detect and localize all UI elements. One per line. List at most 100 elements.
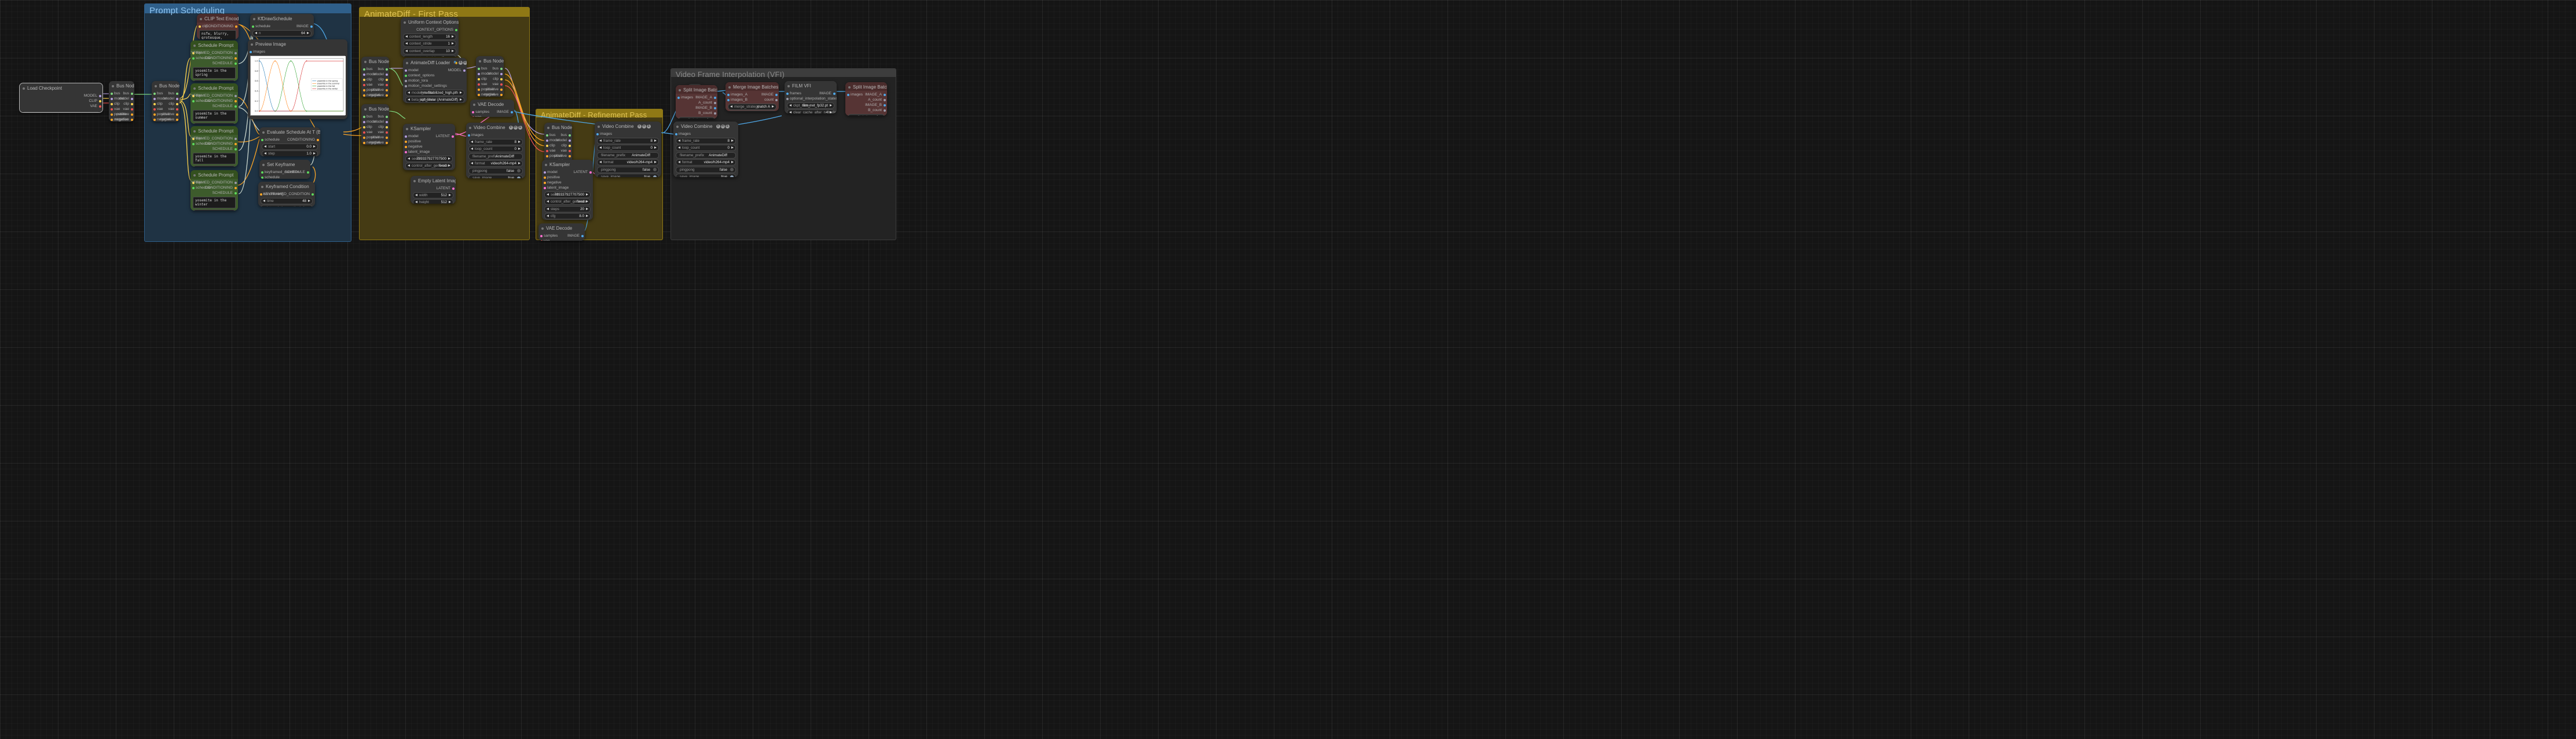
io-row[interactable]: negativenegative — [109, 117, 134, 122]
collapse-icon[interactable] — [848, 86, 851, 89]
increment-arrow-icon[interactable] — [830, 104, 832, 106]
bus-input-slot[interactable] — [477, 67, 480, 70]
collapse-icon[interactable] — [193, 174, 196, 177]
latent-output-slot[interactable] — [452, 187, 455, 190]
decrement-arrow-icon[interactable] — [408, 157, 410, 160]
node-titlebar[interactable]: Split Image Batch V H S — [845, 82, 887, 91]
widget-clear-cache-after-n-frames[interactable]: clear_cache_after_n_frames 4 — [787, 109, 837, 113]
widget-time[interactable]: time 24 — [193, 166, 236, 167]
decrement-arrow-icon[interactable] — [730, 105, 732, 108]
node-titlebar[interactable]: Keyframed Condition — [258, 182, 315, 190]
node-titlebar[interactable]: Set Keyframe — [259, 160, 310, 168]
decrement-arrow-icon[interactable] — [789, 104, 792, 106]
bus-output-slot[interactable] — [385, 115, 388, 118]
vae-input-slot[interactable] — [110, 108, 113, 111]
io-row[interactable]: images_A IMAGE — [725, 92, 779, 97]
positive-output-slot[interactable] — [500, 88, 503, 91]
collapse-icon[interactable] — [261, 185, 263, 188]
node-clip-text-encode[interactable]: CLIP Text Encode (Prompt) clip CONDITION… — [197, 14, 239, 39]
io-row[interactable]: bus bus — [152, 91, 179, 96]
io-row[interactable]: LATENT — [411, 186, 456, 191]
prompt-textarea[interactable]: yosemite in the fall — [193, 153, 236, 164]
node-split-image-batch-1[interactable]: Split Image Batch V H S images IMAGE_A A… — [676, 85, 717, 119]
increment-arrow-icon[interactable] — [452, 42, 454, 45]
model-input-slot[interactable] — [362, 120, 365, 123]
io-row[interactable]: schedule — [259, 175, 310, 179]
vae-output-slot[interactable] — [175, 108, 178, 111]
node-titlebar[interactable]: Bus Node — [544, 123, 572, 131]
increment-arrow-icon[interactable] — [586, 207, 588, 210]
negative-input-slot[interactable] — [404, 145, 407, 148]
image-output-slot[interactable] — [510, 111, 513, 113]
io-row[interactable]: bus bus — [476, 66, 504, 71]
schedule-input-slot[interactable] — [261, 138, 263, 141]
bus-output-slot[interactable] — [175, 92, 178, 95]
increment-arrow-icon[interactable] — [731, 161, 734, 163]
widget-step[interactable]: step 1.0 — [262, 150, 318, 156]
node-titlebar[interactable]: Bus Node — [109, 81, 134, 90]
collapse-icon[interactable] — [479, 60, 481, 62]
decrement-arrow-icon[interactable] — [678, 139, 680, 142]
collapse-icon[interactable] — [547, 126, 549, 129]
decrement-arrow-icon[interactable] — [547, 193, 549, 196]
vae-output-slot[interactable] — [98, 105, 101, 108]
node-titlebar[interactable]: CLIP Text Encode (Prompt) — [197, 14, 239, 23]
image-a-output-slot[interactable] — [883, 93, 886, 96]
widget-save-image[interactable]: save_image true — [468, 175, 523, 178]
model-input-slot[interactable] — [543, 171, 546, 174]
node-bus-node-5[interactable]: Bus Node bus bus model model clip clip vae vae p… — [476, 56, 504, 97]
widget-format[interactable]: format video/h264-mp4 — [468, 160, 523, 167]
io-row[interactable]: negativenegative — [152, 117, 179, 122]
widget-steps[interactable]: steps20 — [405, 170, 453, 171]
io-row[interactable]: model model — [152, 96, 179, 101]
images-input-slot[interactable] — [467, 134, 470, 137]
widget-frame-rate[interactable]: frame_rate 8 — [468, 138, 523, 145]
increment-arrow-icon[interactable] — [518, 162, 521, 164]
widget-filename-prefix[interactable]: filename_prefix AnimateDiff — [468, 153, 523, 160]
schedule-input-slot[interactable] — [192, 57, 195, 60]
node-titlebar[interactable]: Bus Node — [361, 57, 389, 65]
widget-n[interactable]: n 64 — [252, 30, 312, 36]
node-split-image-batch-2[interactable]: Split Image Batch V H S images IMAGE_A A… — [845, 82, 887, 116]
increment-arrow-icon[interactable] — [449, 193, 451, 196]
node-titlebar[interactable]: Schedule Prompt — [190, 83, 238, 92]
image-output-slot[interactable] — [581, 234, 584, 237]
widget-merge-strategy[interactable]: merge_strategy match A — [728, 103, 776, 110]
widget-control-after-generate[interactable]: control_after_generate fixed — [405, 163, 453, 169]
vae-input-slot[interactable] — [153, 108, 156, 111]
io-row[interactable]: SCHEDULE — [190, 104, 238, 109]
io-row[interactable]: positive positive — [361, 87, 389, 93]
widget-save-image[interactable]: save_image true — [676, 174, 736, 177]
decrement-arrow-icon[interactable] — [678, 146, 680, 149]
io-row[interactable]: vae vae — [109, 106, 134, 112]
widget-seed[interactable]: seed 789337927707500 — [405, 155, 453, 162]
io-row[interactable]: schedule CONDITIONING — [190, 141, 238, 146]
io-row[interactable]: positive positive — [109, 112, 134, 117]
output-row[interactable]: VAE — [20, 104, 102, 109]
widget-loop-count[interactable]: loop_count 0 — [468, 146, 523, 152]
io-row[interactable]: clip clip — [361, 77, 389, 82]
widget-filename-prefix[interactable]: filename_prefix AnimateDiff — [597, 152, 659, 159]
collapse-icon[interactable] — [413, 179, 416, 182]
io-row[interactable]: positive — [542, 175, 593, 180]
prompt-textarea[interactable]: yosemite in the winter — [193, 197, 236, 208]
node-schedule-prompt-4[interactable]: Schedule Prompt clip KEYFRAMED_CONDITION s… — [190, 170, 238, 211]
node-vae-decode-first-pass[interactable]: VAE Decode samples IMAGE vae — [470, 100, 514, 117]
collapse-icon[interactable] — [253, 17, 255, 20]
samples-input-slot[interactable] — [471, 111, 474, 113]
clip-input-slot[interactable] — [110, 102, 113, 105]
node-titlebar[interactable]: Split Image Batch V H S — [676, 85, 717, 94]
node-ksampler-first-pass[interactable]: KSampler model LATENT positive negative … — [403, 124, 455, 170]
collapse-icon[interactable] — [676, 125, 679, 128]
model-output-slot[interactable] — [130, 97, 133, 100]
widget-steps[interactable]: steps20 — [544, 205, 591, 212]
widget-interpolation-method[interactable]: interpolation_method sin — [261, 205, 313, 207]
bus-input-slot[interactable] — [153, 92, 156, 95]
conditioning-output-slot[interactable] — [234, 142, 237, 145]
node-uniform-context-options[interactable]: Uniform Context Options 🎭 A D CONTEXT_OP… — [401, 17, 459, 57]
positive-input-slot[interactable] — [404, 140, 407, 143]
io-row[interactable]: optional_interpolation_states — [785, 96, 837, 101]
increment-arrow-icon[interactable] — [586, 200, 588, 203]
negative-input-slot[interactable] — [543, 181, 546, 184]
io-row[interactable]: A_count — [676, 100, 717, 105]
